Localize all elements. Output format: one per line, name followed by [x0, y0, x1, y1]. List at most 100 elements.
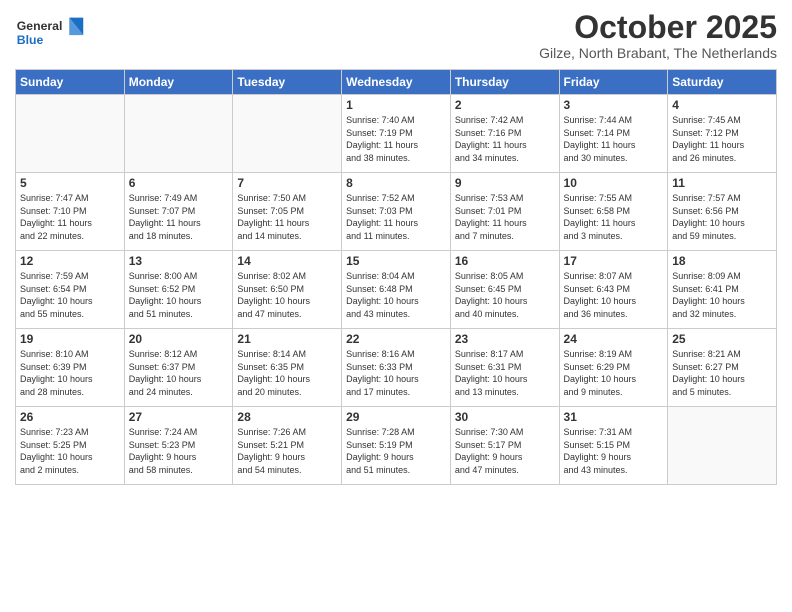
calendar-cell: 8 Sunrise: 7:52 AM Sunset: 7:03 PM Daylig…	[342, 173, 451, 251]
weekday-header-wednesday: Wednesday	[342, 70, 451, 95]
calendar-cell: 10 Sunrise: 7:55 AM Sunset: 6:58 PM Dayli…	[559, 173, 668, 251]
day-number: 8	[346, 176, 446, 190]
calendar-cell	[124, 95, 233, 173]
day-number: 22	[346, 332, 446, 346]
calendar-cell: 17 Sunrise: 8:07 AM Sunset: 6:43 PM Dayli…	[559, 251, 668, 329]
day-number: 4	[672, 98, 772, 112]
day-number: 18	[672, 254, 772, 268]
day-info: Sunrise: 7:44 AM Sunset: 7:14 PM Dayligh…	[564, 114, 664, 164]
day-number: 2	[455, 98, 555, 112]
day-info: Sunrise: 8:04 AM Sunset: 6:48 PM Dayligh…	[346, 270, 446, 320]
day-number: 25	[672, 332, 772, 346]
day-number: 31	[564, 410, 664, 424]
calendar-cell: 14 Sunrise: 8:02 AM Sunset: 6:50 PM Dayli…	[233, 251, 342, 329]
day-number: 16	[455, 254, 555, 268]
calendar-cell: 15Sunrise: 8:04 AM Sunset: 6:48 PM Dayli…	[342, 251, 451, 329]
calendar-cell: 13Sunrise: 8:00 AM Sunset: 6:52 PM Dayli…	[124, 251, 233, 329]
calendar-cell: 23Sunrise: 8:17 AM Sunset: 6:31 PM Dayli…	[450, 329, 559, 407]
calendar-cell: 29 Sunrise: 7:28 AM Sunset: 5:19 PM Dayli…	[342, 407, 451, 485]
calendar-cell: 21 Sunrise: 8:14 AM Sunset: 6:35 PM Dayli…	[233, 329, 342, 407]
day-info: Sunrise: 7:42 AM Sunset: 7:16 PM Dayligh…	[455, 114, 555, 164]
calendar-cell: 27 Sunrise: 7:24 AM Sunset: 5:23 PM Dayli…	[124, 407, 233, 485]
day-number: 29	[346, 410, 446, 424]
calendar-cell	[668, 407, 777, 485]
day-info: Sunrise: 8:00 AM Sunset: 6:52 PM Dayligh…	[129, 270, 229, 320]
calendar-cell: 25 Sunrise: 8:21 AM Sunset: 6:27 PM Dayli…	[668, 329, 777, 407]
calendar: SundayMondayTuesdayWednesdayThursdayFrid…	[15, 69, 777, 485]
page: General Blue October 2025 Gilze, North B…	[0, 0, 792, 612]
day-info: Sunrise: 7:45 AM Sunset: 7:12 PM Dayligh…	[672, 114, 772, 164]
day-number: 28	[237, 410, 337, 424]
svg-text:Blue: Blue	[17, 33, 44, 47]
day-info: Sunrise: 7:30 AM Sunset: 5:17 PM Dayligh…	[455, 426, 555, 476]
calendar-cell: 16 Sunrise: 8:05 AM Sunset: 6:45 PM Dayli…	[450, 251, 559, 329]
calendar-cell: 30 Sunrise: 7:30 AM Sunset: 5:17 PM Dayli…	[450, 407, 559, 485]
weekday-header-sunday: Sunday	[16, 70, 125, 95]
day-number: 19	[20, 332, 120, 346]
day-info: Sunrise: 7:23 AM Sunset: 5:25 PM Dayligh…	[20, 426, 120, 476]
day-number: 21	[237, 332, 337, 346]
day-info: Sunrise: 8:19 AM Sunset: 6:29 PM Dayligh…	[564, 348, 664, 398]
week-row-1: 5 Sunrise: 7:47 AM Sunset: 7:10 PM Daylig…	[16, 173, 777, 251]
calendar-cell: 6Sunrise: 7:49 AM Sunset: 7:07 PM Daylig…	[124, 173, 233, 251]
day-info: Sunrise: 7:50 AM Sunset: 7:05 PM Dayligh…	[237, 192, 337, 242]
day-number: 10	[564, 176, 664, 190]
calendar-cell: 5 Sunrise: 7:47 AM Sunset: 7:10 PM Daylig…	[16, 173, 125, 251]
day-number: 14	[237, 254, 337, 268]
day-info: Sunrise: 8:14 AM Sunset: 6:35 PM Dayligh…	[237, 348, 337, 398]
day-info: Sunrise: 8:09 AM Sunset: 6:41 PM Dayligh…	[672, 270, 772, 320]
day-info: Sunrise: 7:28 AM Sunset: 5:19 PM Dayligh…	[346, 426, 446, 476]
day-number: 26	[20, 410, 120, 424]
week-row-2: 12Sunrise: 7:59 AM Sunset: 6:54 PM Dayli…	[16, 251, 777, 329]
day-number: 1	[346, 98, 446, 112]
day-info: Sunrise: 8:02 AM Sunset: 6:50 PM Dayligh…	[237, 270, 337, 320]
day-number: 3	[564, 98, 664, 112]
day-info: Sunrise: 7:31 AM Sunset: 5:15 PM Dayligh…	[564, 426, 664, 476]
weekday-header-tuesday: Tuesday	[233, 70, 342, 95]
calendar-cell: 4 Sunrise: 7:45 AM Sunset: 7:12 PM Daylig…	[668, 95, 777, 173]
calendar-cell: 7 Sunrise: 7:50 AM Sunset: 7:05 PM Daylig…	[233, 173, 342, 251]
day-number: 5	[20, 176, 120, 190]
day-number: 6	[129, 176, 229, 190]
day-info: Sunrise: 8:07 AM Sunset: 6:43 PM Dayligh…	[564, 270, 664, 320]
location-title: Gilze, North Brabant, The Netherlands	[539, 45, 777, 61]
day-number: 17	[564, 254, 664, 268]
day-info: Sunrise: 8:21 AM Sunset: 6:27 PM Dayligh…	[672, 348, 772, 398]
week-row-3: 19 Sunrise: 8:10 AM Sunset: 6:39 PM Dayli…	[16, 329, 777, 407]
weekday-header-thursday: Thursday	[450, 70, 559, 95]
day-info: Sunrise: 7:24 AM Sunset: 5:23 PM Dayligh…	[129, 426, 229, 476]
day-number: 7	[237, 176, 337, 190]
calendar-cell: 1 Sunrise: 7:40 AM Sunset: 7:19 PM Daylig…	[342, 95, 451, 173]
weekday-header-saturday: Saturday	[668, 70, 777, 95]
calendar-cell: 19 Sunrise: 8:10 AM Sunset: 6:39 PM Dayli…	[16, 329, 125, 407]
calendar-cell: 22 Sunrise: 8:16 AM Sunset: 6:33 PM Dayli…	[342, 329, 451, 407]
day-info: Sunrise: 7:40 AM Sunset: 7:19 PM Dayligh…	[346, 114, 446, 164]
week-row-0: 1 Sunrise: 7:40 AM Sunset: 7:19 PM Daylig…	[16, 95, 777, 173]
calendar-cell: 20 Sunrise: 8:12 AM Sunset: 6:37 PM Dayli…	[124, 329, 233, 407]
calendar-cell: 26 Sunrise: 7:23 AM Sunset: 5:25 PM Dayli…	[16, 407, 125, 485]
calendar-cell: 9Sunrise: 7:53 AM Sunset: 7:01 PM Daylig…	[450, 173, 559, 251]
day-info: Sunrise: 7:52 AM Sunset: 7:03 PM Dayligh…	[346, 192, 446, 242]
day-number: 27	[129, 410, 229, 424]
calendar-cell	[16, 95, 125, 173]
week-row-4: 26 Sunrise: 7:23 AM Sunset: 5:25 PM Dayli…	[16, 407, 777, 485]
day-info: Sunrise: 8:10 AM Sunset: 6:39 PM Dayligh…	[20, 348, 120, 398]
weekday-header-row: SundayMondayTuesdayWednesdayThursdayFrid…	[16, 70, 777, 95]
day-info: Sunrise: 7:26 AM Sunset: 5:21 PM Dayligh…	[237, 426, 337, 476]
day-number: 30	[455, 410, 555, 424]
day-number: 12	[20, 254, 120, 268]
weekday-header-friday: Friday	[559, 70, 668, 95]
day-info: Sunrise: 8:16 AM Sunset: 6:33 PM Dayligh…	[346, 348, 446, 398]
day-info: Sunrise: 7:55 AM Sunset: 6:58 PM Dayligh…	[564, 192, 664, 242]
day-info: Sunrise: 8:12 AM Sunset: 6:37 PM Dayligh…	[129, 348, 229, 398]
day-info: Sunrise: 7:47 AM Sunset: 7:10 PM Dayligh…	[20, 192, 120, 242]
svg-text:General: General	[17, 19, 63, 33]
day-info: Sunrise: 8:05 AM Sunset: 6:45 PM Dayligh…	[455, 270, 555, 320]
calendar-cell: 11Sunrise: 7:57 AM Sunset: 6:56 PM Dayli…	[668, 173, 777, 251]
weekday-header-monday: Monday	[124, 70, 233, 95]
calendar-cell	[233, 95, 342, 173]
day-number: 20	[129, 332, 229, 346]
calendar-cell: 24Sunrise: 8:19 AM Sunset: 6:29 PM Dayli…	[559, 329, 668, 407]
header: General Blue October 2025 Gilze, North B…	[15, 10, 777, 61]
day-number: 11	[672, 176, 772, 190]
